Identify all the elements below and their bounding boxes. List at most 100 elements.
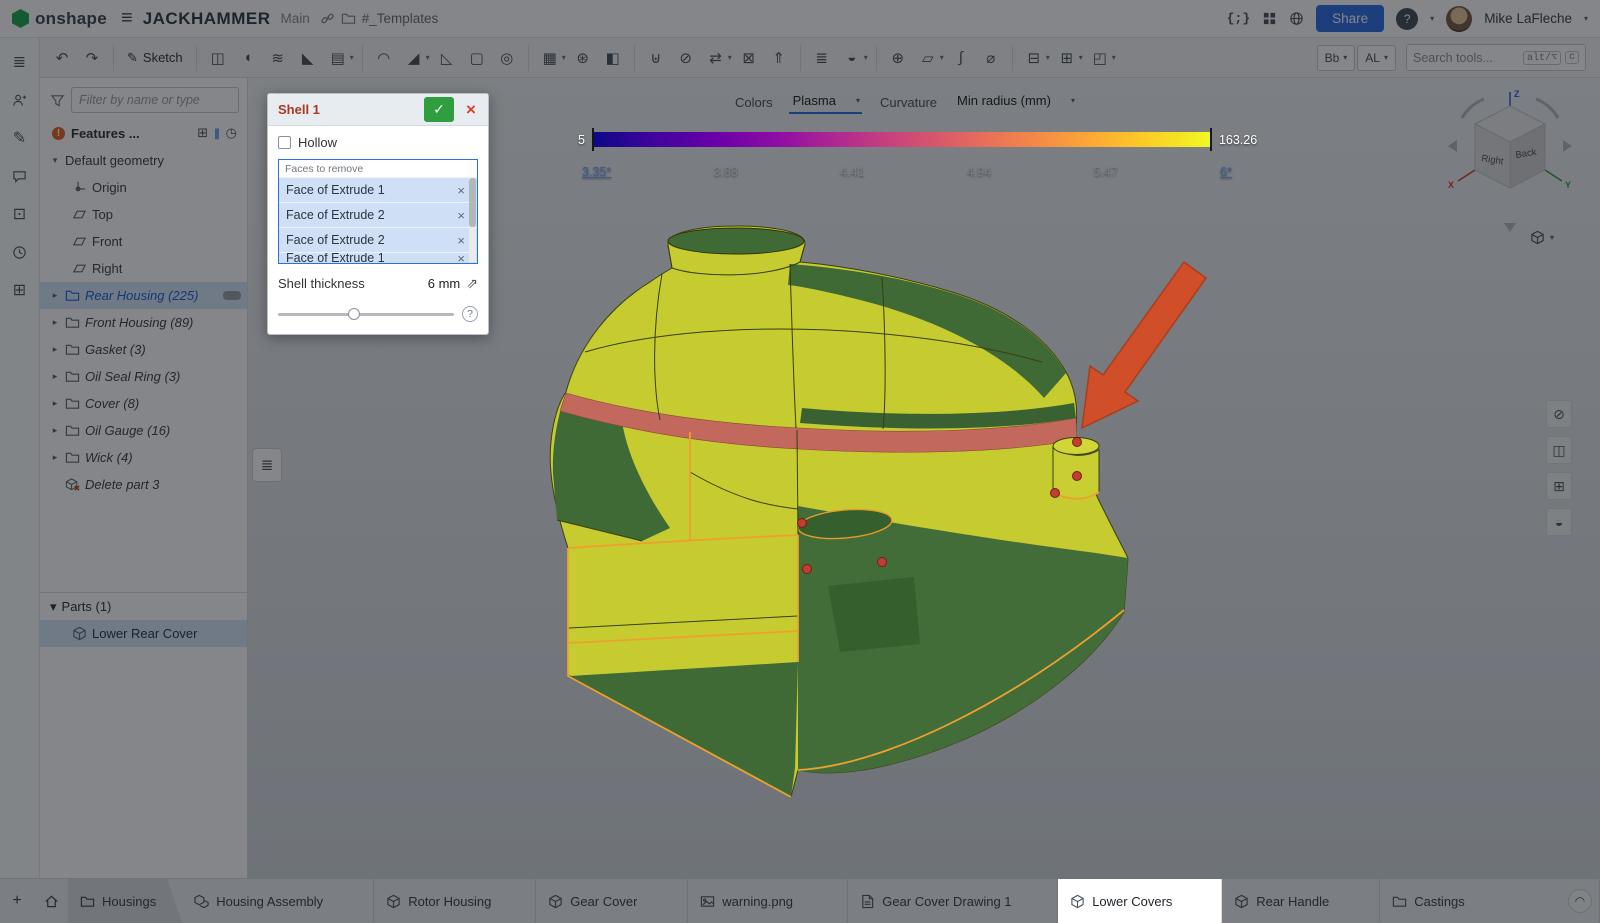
legend-max-value[interactable]: 163.26 — [1219, 133, 1257, 147]
tree-item-wick[interactable]: ▸ Wick (4) — [40, 444, 247, 471]
transform-icon[interactable]: ⇄ — [702, 44, 730, 72]
rotate-left-arrow-icon[interactable] — [1448, 140, 1457, 152]
hollow-checkbox[interactable] — [278, 136, 291, 149]
frame-icon[interactable]: ⊞ — [1053, 44, 1081, 72]
tree-item-front-housing[interactable]: ▸ Front Housing (89) — [40, 309, 247, 336]
chevron-down-icon[interactable]: ▾ — [1046, 53, 1050, 62]
scrollbar-thumb[interactable] — [469, 178, 476, 227]
boolean-icon[interactable]: ⊎ — [642, 44, 670, 72]
chevron-down-icon[interactable]: ▾ — [426, 53, 430, 62]
rotate-ccw-arrow-icon[interactable] — [1462, 99, 1484, 118]
part-model-canvas[interactable] — [488, 188, 1288, 838]
face-list-item[interactable]: Face of Extrude 2 × — [279, 227, 477, 252]
chevron-right-icon[interactable]: ▸ — [50, 398, 60, 409]
split-icon[interactable]: ⊘ — [672, 44, 700, 72]
comments-icon[interactable] — [7, 164, 33, 188]
share-button[interactable]: Share — [1316, 5, 1384, 32]
rotate-cw-arrow-icon[interactable] — [1536, 99, 1558, 118]
tree-item-top-plane[interactable]: Top — [40, 201, 247, 228]
faces-scrollbar[interactable] — [469, 178, 476, 262]
tab-rear-handle[interactable]: Rear Handle — [1222, 879, 1380, 923]
pause-updates-icon[interactable]: ∥ — [214, 127, 220, 140]
curvature-gradient-bar[interactable] — [593, 132, 1211, 147]
offset-surface-icon[interactable]: ≣ — [808, 44, 836, 72]
thickness-value[interactable]: 6 mm — [428, 276, 461, 291]
appearance-dropdown[interactable]: Bb ▾ — [1317, 45, 1356, 71]
delete-face-icon[interactable]: ⊠ — [735, 44, 763, 72]
measure-icon[interactable]: ⌀ — [977, 44, 1005, 72]
flip-direction-icon[interactable]: ⇗ — [466, 275, 478, 292]
legend-min-marker[interactable] — [592, 128, 594, 151]
folder-tab-housings[interactable]: Housings — [68, 879, 182, 923]
search-tools-box[interactable]: alt/⌥ c — [1406, 44, 1586, 71]
create-tab-button[interactable]: + — [0, 879, 34, 923]
thicken-icon[interactable]: ▤ — [324, 44, 352, 72]
tree-item-front-plane[interactable]: Front — [40, 228, 247, 255]
toolbox-icon[interactable]: ◰ — [1086, 44, 1114, 72]
chevron-down-icon[interactable]: ▾ — [562, 53, 566, 62]
onshape-logo[interactable]: onshape — [12, 9, 107, 29]
move-face-icon[interactable]: ⇑ — [765, 44, 793, 72]
scale-tick-max[interactable]: 6* — [1220, 165, 1232, 179]
tree-item-oil-seal-ring[interactable]: ▸ Oil Seal Ring (3) — [40, 363, 247, 390]
chevron-right-icon[interactable]: ▸ — [50, 344, 60, 355]
history-icon[interactable] — [7, 240, 33, 264]
face-list-item[interactable]: Face of Extrude 2 × — [279, 202, 477, 227]
dialog-header[interactable]: Shell 1 ✓ × — [268, 94, 488, 126]
tree-item-default-geometry[interactable]: ▾ Default geometry — [40, 147, 247, 174]
rollback-icon[interactable]: ◷ — [226, 125, 237, 141]
branch-name[interactable]: Main — [280, 11, 309, 26]
chevron-down-icon[interactable]: ▾ — [864, 53, 868, 62]
home-icon[interactable] — [34, 879, 68, 923]
scale-tick-min[interactable]: 3.35* — [582, 165, 611, 179]
section-view-icon[interactable]: ◫ — [1546, 436, 1572, 464]
breadcrumb[interactable]: #_Templates — [320, 11, 439, 26]
tab-lower-covers[interactable]: Lower Covers — [1058, 879, 1222, 923]
tab-warning-png[interactable]: warning.png — [688, 879, 848, 923]
community-globe-icon[interactable] — [1289, 11, 1304, 26]
metric-select[interactable]: Min radius (mm) ▾ — [953, 90, 1079, 114]
rollback-drag-handle[interactable] — [223, 291, 241, 300]
chevron-down-icon[interactable]: ▾ — [728, 53, 732, 62]
thickness-slider[interactable] — [278, 313, 454, 316]
chevron-down-icon[interactable]: ▾ — [50, 599, 57, 615]
confirm-button[interactable]: ✓ — [424, 97, 454, 122]
user-name[interactable]: Mike LaFleche — [1484, 11, 1572, 26]
learning-center-icon[interactable]: ◠ — [1568, 889, 1592, 913]
mirror-icon[interactable]: ◧ — [599, 44, 627, 72]
apps-grid-icon[interactable] — [1262, 11, 1277, 26]
circular-pattern-icon[interactable]: ⊛ — [569, 44, 597, 72]
legend-max-marker[interactable] — [1210, 128, 1212, 151]
chevron-down-icon[interactable]: ▾ — [350, 53, 354, 62]
bom-table-icon[interactable]: ⊞ — [7, 278, 33, 302]
filter-funnel-icon[interactable] — [50, 93, 65, 108]
search-tools-input[interactable] — [1413, 51, 1519, 65]
sheet-metal-icon[interactable]: ⊟ — [1020, 44, 1048, 72]
tree-item-oil-gauge[interactable]: ▸ Oil Gauge (16) — [40, 417, 247, 444]
featurescript-icon[interactable]: {;} — [1227, 11, 1250, 26]
breadcrumb-folder-label[interactable]: #_Templates — [362, 11, 439, 26]
chevron-down-icon[interactable]: ▾ — [50, 155, 60, 166]
revolve-icon[interactable]: ◖ — [234, 44, 262, 72]
new-folder-icon[interactable]: ⊞ — [197, 125, 208, 141]
fillet-icon[interactable]: ◠ — [370, 44, 398, 72]
link-icon[interactable] — [320, 11, 335, 26]
rotate-right-arrow-icon[interactable] — [1563, 140, 1572, 152]
tab-gear-cover[interactable]: Gear Cover — [536, 879, 688, 923]
chevron-down-icon[interactable]: ▾ — [1079, 53, 1083, 62]
chevron-right-icon[interactable]: ▸ — [50, 452, 60, 463]
tree-item-right-plane[interactable]: Right — [40, 255, 247, 282]
part-item-lower-rear-cover[interactable]: Lower Rear Cover — [40, 620, 247, 647]
tree-item-delete-part[interactable]: Delete part 3 — [40, 471, 247, 498]
tree-item-gasket[interactable]: ▸ Gasket (3) — [40, 336, 247, 363]
feature-list-flyout-icon[interactable]: ≣ — [252, 448, 282, 482]
filter-input[interactable] — [71, 87, 239, 113]
remove-face-icon[interactable]: × — [457, 252, 465, 263]
features-list-icon[interactable]: ≣ — [7, 50, 33, 74]
chevron-right-icon[interactable]: ▸ — [50, 425, 60, 436]
extrude-icon[interactable]: ◫ — [204, 44, 232, 72]
rotate-down-arrow-icon[interactable] — [1504, 223, 1516, 232]
view-cube[interactable]: Z X Y Right Back — [1444, 84, 1576, 234]
main-menu-icon[interactable]: ≡ — [121, 7, 133, 30]
tree-item-cover[interactable]: ▸ Cover (8) — [40, 390, 247, 417]
